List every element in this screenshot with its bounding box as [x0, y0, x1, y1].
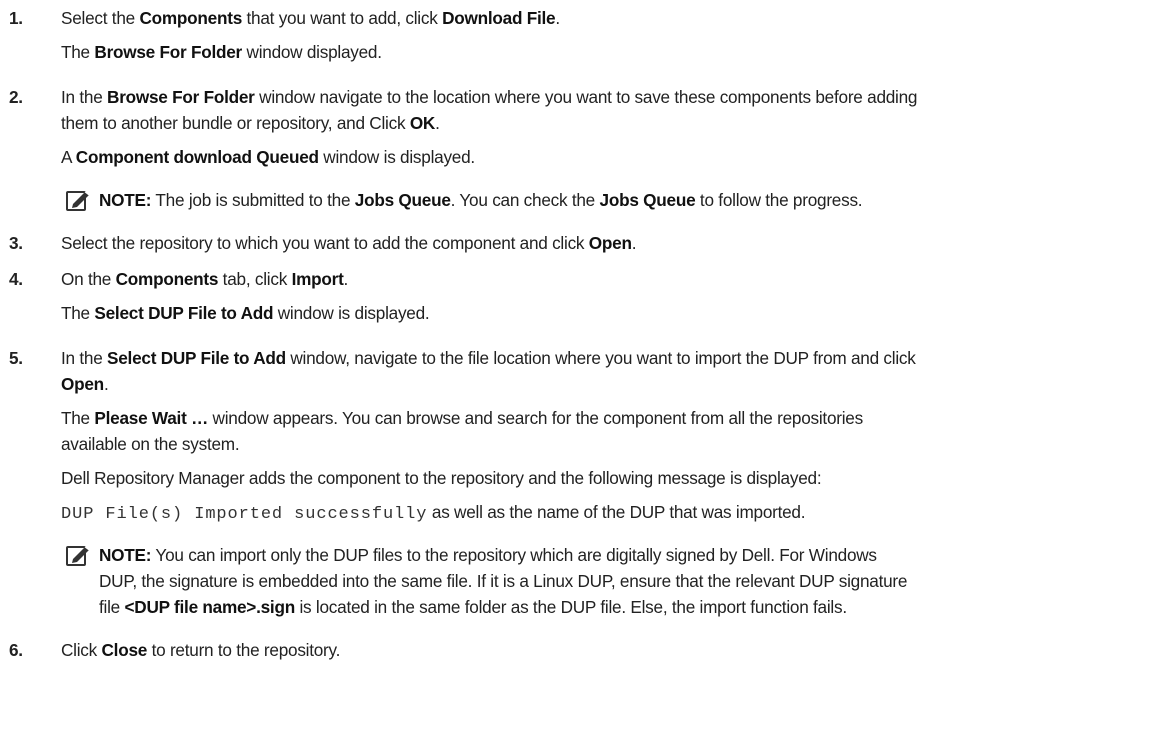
- text: tab, click: [218, 269, 292, 289]
- ui-term: <DUP file name>.sign: [124, 597, 296, 617]
- step-3-text: Select the repository to which you want …: [61, 233, 636, 253]
- ui-term: Please Wait …: [94, 408, 209, 428]
- step-number: 4.: [9, 269, 23, 289]
- text: file: [99, 597, 125, 617]
- text: You can import only the DUP files to the…: [151, 545, 877, 565]
- text: In the: [61, 348, 108, 368]
- note-2-line-1: NOTE: You can import only the DUP files …: [99, 545, 877, 565]
- text: Click: [61, 640, 102, 660]
- step-number: 5.: [9, 348, 23, 368]
- ui-term: Select DUP File to Add: [94, 303, 274, 323]
- step-number: 1.: [9, 8, 23, 28]
- step-5-result-cont: available on the system.: [61, 434, 240, 454]
- text: The: [61, 303, 95, 323]
- ui-term: Open: [61, 374, 104, 394]
- note-2-line-3: file <DUP file name>.sign is located in …: [99, 597, 847, 617]
- text: window, navigate to the file location wh…: [285, 348, 916, 368]
- text: is located in the same folder as the DUP…: [294, 597, 847, 617]
- text: DUP, the signature is embedded into the …: [99, 571, 908, 591]
- step-2-text-cont: them to another bundle or repository, an…: [61, 113, 440, 133]
- step-6-text: Click Close to return to the repository.: [61, 640, 340, 660]
- text: .: [435, 113, 440, 133]
- note-1: NOTE: The job is submitted to the Jobs Q…: [99, 190, 863, 210]
- text: On the: [61, 269, 116, 289]
- text: Select the: [61, 8, 140, 28]
- step-1-result: The Browse For Folder window displayed.: [61, 42, 382, 62]
- step-5-text: In the Select DUP File to Add window, na…: [61, 348, 916, 368]
- step-number: 3.: [9, 233, 23, 253]
- step-2-result: A Component download Queued window is di…: [61, 147, 475, 167]
- ui-term: OK: [409, 113, 436, 133]
- step-5-message-intro: Dell Repository Manager adds the compone…: [61, 468, 822, 488]
- note-2-line-2: DUP, the signature is embedded into the …: [99, 571, 907, 591]
- text: window is displayed.: [273, 303, 430, 323]
- ui-term: Jobs Queue: [599, 190, 696, 210]
- text: A: [61, 147, 76, 167]
- note-label: NOTE:: [99, 545, 152, 565]
- ui-term: Close: [101, 640, 148, 660]
- text: The job is submitted to the: [151, 190, 355, 210]
- pencil-note-icon: [66, 191, 90, 211]
- ui-term: Browse For Folder: [94, 42, 242, 62]
- ui-term: Open: [588, 233, 632, 253]
- step-5-result: The Please Wait … window appears. You ca…: [61, 408, 863, 428]
- text: The: [61, 408, 95, 428]
- pencil-note-icon: [66, 546, 90, 566]
- text: The: [61, 42, 95, 62]
- note-label: NOTE:: [99, 190, 152, 210]
- text: Dell Repository Manager adds the compone…: [61, 468, 822, 488]
- text: available on the system.: [61, 434, 240, 454]
- text: .: [631, 233, 637, 253]
- text: to follow the progress.: [695, 190, 863, 210]
- document-page: 1. Select the Components that you want t…: [0, 0, 1170, 729]
- ui-term: Components: [115, 269, 219, 289]
- text: .: [555, 8, 560, 28]
- text: to return to the repository.: [147, 640, 341, 660]
- text: them to another bundle or repository, an…: [61, 113, 410, 133]
- ui-term: Import: [291, 269, 344, 289]
- text: In the: [61, 87, 108, 107]
- step-4-text: On the Components tab, click Import.: [61, 269, 348, 289]
- text: Select the repository to which you want …: [61, 233, 589, 253]
- ui-term: Browse For Folder: [107, 87, 255, 107]
- step-number: 2.: [9, 87, 23, 107]
- ui-term: Download File: [442, 8, 556, 28]
- ui-term: Jobs Queue: [354, 190, 451, 210]
- text: window is displayed.: [318, 147, 475, 167]
- ui-term: Components: [139, 8, 242, 28]
- ui-term: Component download Queued: [75, 147, 319, 167]
- step-4-result: The Select DUP File to Add window is dis…: [61, 303, 430, 323]
- text: window appears. You can browse and searc…: [208, 408, 864, 428]
- step-2-text: In the Browse For Folder window navigate…: [61, 87, 917, 107]
- ui-term: Select DUP File to Add: [107, 348, 286, 368]
- text: .: [343, 269, 349, 289]
- text: . You can check the: [450, 190, 600, 210]
- step-1-text: Select the Components that you want to a…: [61, 8, 560, 28]
- system-message: DUP File(s) Imported successfully: [61, 505, 428, 524]
- step-number: 6.: [9, 640, 23, 660]
- step-5-text-cont: Open.: [61, 374, 109, 394]
- text: .: [103, 374, 109, 394]
- step-5-message: DUP File(s) Imported successfully as wel…: [61, 502, 806, 525]
- text: window navigate to the location where yo…: [254, 87, 918, 107]
- text: window displayed.: [242, 42, 382, 62]
- text: as well as the name of the DUP that was …: [427, 502, 806, 522]
- text: that you want to add, click: [242, 8, 443, 28]
